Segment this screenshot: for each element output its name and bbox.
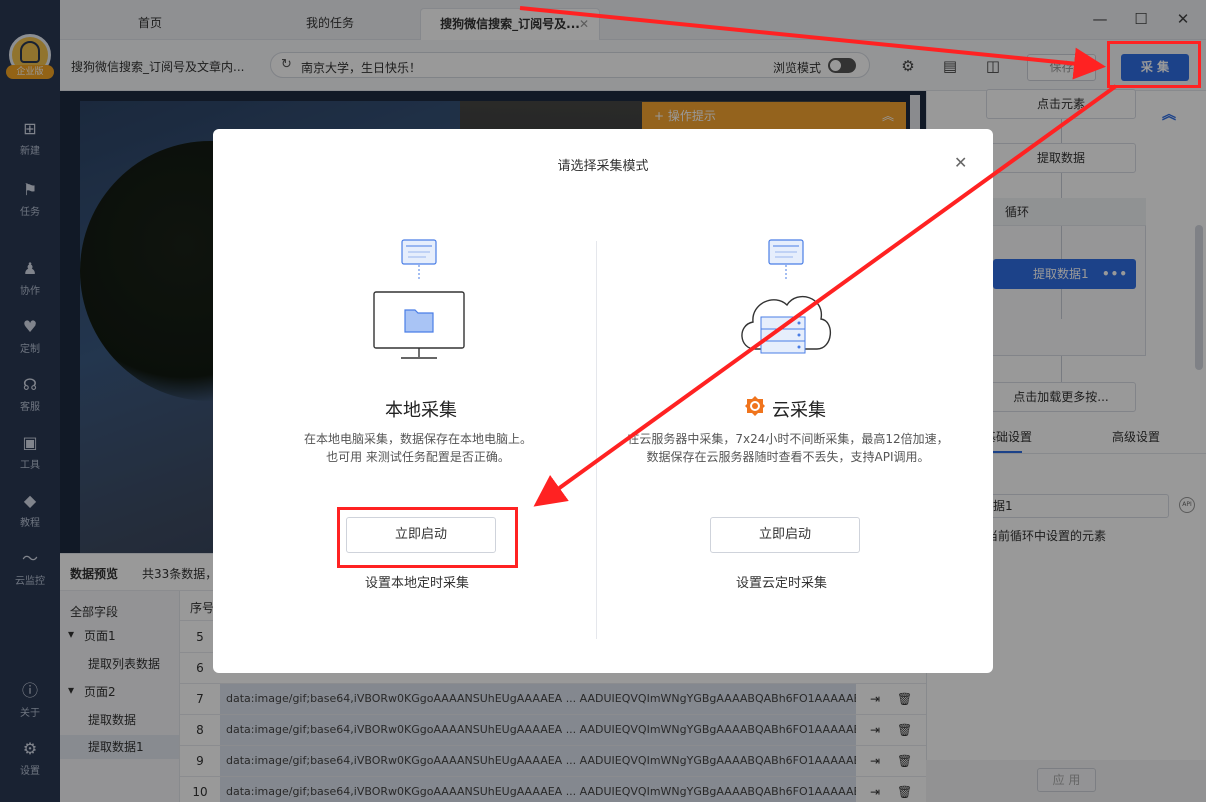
cloud-start-button[interactable]: 立即启动 [710, 517, 860, 553]
dialog-title: 请选择采集模式 [557, 159, 649, 174]
cloud-server-illustration [741, 239, 831, 354]
cloud-badge-icon [745, 396, 765, 416]
cloud-schedule-link[interactable]: 设置云定时采集 [736, 572, 827, 591]
desc-line: 数据保存在云服务器随时查看不丢失，支持API调用。 [646, 450, 930, 464]
close-icon[interactable]: ✕ [954, 153, 967, 172]
local-collect-desc: 在本地电脑采集，数据保存在本地电脑上。 也可用 来测试任务配置是否正确。 [273, 430, 563, 466]
dialog-divider [596, 241, 597, 639]
local-computer-illustration [373, 239, 465, 359]
annotation-box-collect [1107, 41, 1201, 88]
annotation-box-local-start [337, 507, 518, 568]
cloud-collect-desc: 在云服务器中采集，7x24小时不间断采集，最高12倍加速， 数据保存在云服务器随… [618, 430, 958, 466]
cloud-collect-title: 云采集 [772, 400, 826, 421]
desc-line: 也可用 来测试任务配置是否正确。 [326, 450, 510, 464]
collect-mode-dialog: 请选择采集模式 ✕ 本地采集 在本地电脑采集，数据保存在本地电脑上。 也可用 来… [213, 129, 993, 673]
local-schedule-link[interactable]: 设置本地定时采集 [365, 572, 469, 591]
desc-line: 在云服务器中采集，7x24小时不间断采集，最高12倍加速， [627, 432, 949, 446]
app-window: 企业版 ⊞ 新建 ⚑ 任务 ♟ 协作 ♥ 定制 ☊ 客服 ▣ 工具 ◆ 教程 〜… [0, 0, 1206, 802]
local-collect-title: 本地采集 [385, 400, 457, 421]
desc-line: 在本地电脑采集，数据保存在本地电脑上。 [303, 432, 532, 446]
